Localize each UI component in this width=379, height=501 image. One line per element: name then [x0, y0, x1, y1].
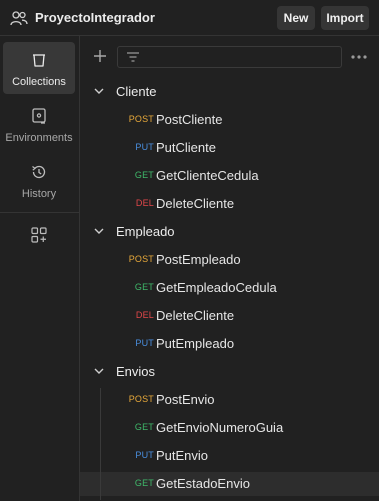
- method-badge: GET: [134, 170, 154, 180]
- collection-name: Cliente: [116, 84, 157, 99]
- request-name: DeleteCliente: [156, 196, 235, 211]
- method-badge: GET: [134, 478, 154, 488]
- filter-input[interactable]: [117, 46, 342, 68]
- method-badge: POST: [128, 394, 154, 404]
- chevron-down-icon[interactable]: [94, 227, 104, 235]
- workspace-name[interactable]: ProyectoIntegrador: [35, 10, 155, 25]
- method-badge: DEL: [135, 310, 154, 320]
- sidebar-item-label: Environments: [5, 132, 73, 144]
- collection-name: Envios: [116, 364, 156, 379]
- request-name: PutEmpleado: [156, 336, 235, 351]
- import-button[interactable]: Import: [321, 6, 369, 30]
- method-badge: GET: [134, 282, 154, 292]
- workspace-header: ProyectoIntegrador New Import: [0, 0, 379, 36]
- collection-folder[interactable]: Empleado: [80, 220, 379, 244]
- add-collection-icon[interactable]: [92, 48, 108, 64]
- request-name: PostEnvio: [156, 392, 215, 407]
- request-item[interactable]: GET GetEstadoEnvio: [80, 472, 379, 496]
- more-options-icon[interactable]: [350, 50, 368, 64]
- chevron-down-icon[interactable]: [94, 367, 104, 375]
- collection-name: Empleado: [116, 224, 175, 239]
- request-name: PostEmpleado: [156, 252, 241, 267]
- request-item[interactable]: GET GetEmpleadoCedula: [80, 276, 379, 300]
- method-badge: PUT: [135, 338, 154, 348]
- method-badge: PUT: [135, 450, 154, 460]
- sidebar-item-history[interactable]: History: [3, 154, 75, 206]
- sidebar: Collections Environments History: [0, 36, 80, 501]
- history-icon: [32, 165, 46, 179]
- chevron-down-icon[interactable]: [94, 87, 104, 95]
- method-badge: GET: [134, 422, 154, 432]
- request-item[interactable]: PUT PutCliente: [80, 136, 379, 160]
- method-badge: POST: [128, 114, 154, 124]
- collection-folder[interactable]: Envios: [80, 360, 379, 384]
- request-item[interactable]: POST PostEnvio: [80, 388, 379, 412]
- sidebar-divider: [0, 212, 79, 213]
- collections-icon: [33, 54, 45, 67]
- method-badge: POST: [128, 254, 154, 264]
- request-item[interactable]: DEL DeleteCliente: [80, 192, 379, 216]
- collections-toolbar: [80, 36, 379, 80]
- request-item[interactable]: GET GetEnvioNumeroGuia: [80, 416, 379, 440]
- request-item[interactable]: POST PostCliente: [80, 108, 379, 132]
- filter-icon: [127, 52, 139, 62]
- tree-indent-guide: [100, 388, 101, 500]
- request-name: PutEnvio: [156, 448, 209, 463]
- sidebar-item-collections[interactable]: Collections: [3, 42, 75, 94]
- collections-tree: Cliente POST PostCliente PUT PutCliente GET Ge…: [80, 80, 379, 501]
- sidebar-item-label: History: [21, 188, 57, 200]
- request-item[interactable]: POST PostEmpleado: [80, 248, 379, 272]
- new-button[interactable]: New: [277, 6, 315, 30]
- request-item[interactable]: GET GetClienteCedula: [80, 164, 379, 188]
- environments-icon: [32, 108, 46, 124]
- request-name: GetEmpleadoCedula: [156, 280, 277, 295]
- request-item[interactable]: PUT PutEnvio: [80, 444, 379, 468]
- request-name: PostCliente: [156, 112, 223, 127]
- sidebar-item-environments[interactable]: Environments: [3, 98, 75, 150]
- request-name: PutCliente: [156, 140, 216, 155]
- request-name: GetClienteCedula: [156, 168, 259, 183]
- request-name: GetEstadoEnvio: [156, 476, 250, 491]
- request-name: GetEnvioNumeroGuia: [156, 420, 284, 435]
- method-badge: PUT: [135, 142, 154, 152]
- request-name: DeleteCliente: [156, 308, 235, 323]
- configure-workbench-icon[interactable]: [30, 226, 48, 244]
- method-badge: DEL: [135, 198, 154, 208]
- team-icon: [10, 11, 28, 26]
- request-item[interactable]: DEL DeleteCliente: [80, 304, 379, 328]
- sidebar-item-label: Collections: [12, 76, 66, 88]
- collection-folder[interactable]: Cliente: [80, 80, 379, 104]
- request-item[interactable]: PUT PutEmpleado: [80, 332, 379, 356]
